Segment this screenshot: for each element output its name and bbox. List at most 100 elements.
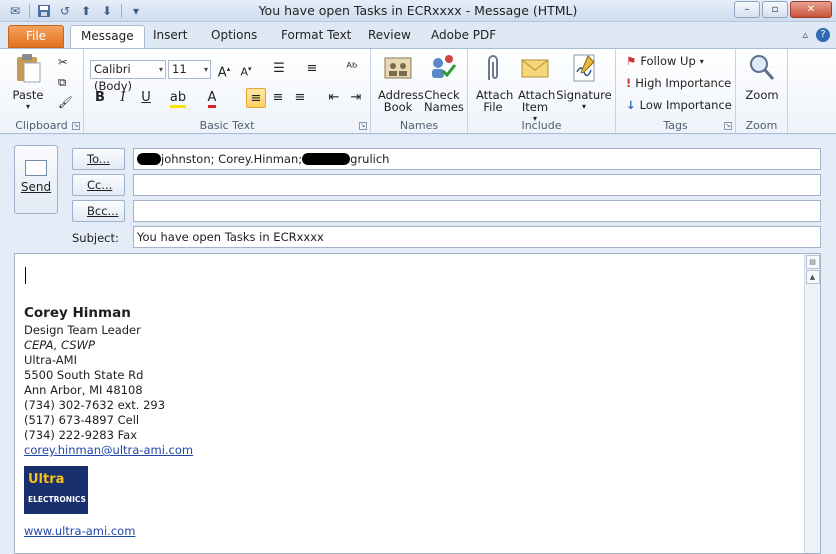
follow-up-button[interactable]: ⚑ Follow Up ▾	[626, 54, 704, 68]
to-button[interactable]: To...	[72, 148, 125, 170]
tab-message[interactable]: Message	[70, 25, 145, 48]
increase-indent-icon[interactable]: ⇥	[346, 88, 366, 108]
paste-button[interactable]: Paste ▾	[8, 52, 48, 113]
cc-field[interactable]	[133, 174, 821, 196]
tab-adobe-pdf[interactable]: Adobe PDF	[421, 25, 506, 48]
bullets-icon[interactable]: ☰	[269, 59, 289, 79]
numbering-icon[interactable]: ≡	[302, 59, 322, 79]
ribbon: Paste ▾ ✂ ⧉ 🖌 Clipboard ↘ Calibri (Body)…	[0, 48, 836, 134]
font-size-combo[interactable]: 11 ▾	[168, 60, 211, 79]
redaction-mark	[137, 153, 161, 165]
window-controls: – ▫ ✕	[734, 1, 832, 18]
check-names-icon	[432, 55, 457, 78]
close-button[interactable]: ✕	[790, 1, 832, 18]
to-field[interactable]: johnston; Corey.Hinman; grulich	[133, 148, 821, 170]
signature-certifications: CEPA, CSWP	[24, 338, 95, 352]
basic-text-group: Calibri (Body) ▾ 11 ▾ A▴ A▾ ☰ ≡ ᴬᵇ B I U a…	[84, 49, 371, 133]
shrink-font-icon[interactable]: A▾	[236, 59, 256, 79]
send-envelope-icon	[25, 160, 47, 176]
basic-text-group-label: Basic Text	[199, 119, 255, 132]
address-book-icon	[384, 57, 412, 79]
include-group: Attach File Attach Item ▾ Signature ▾ In…	[468, 49, 616, 133]
address-book-button[interactable]: Address Book	[375, 52, 424, 113]
signature-city: Ann Arbor, MI 48108	[24, 383, 143, 397]
bcc-field[interactable]	[133, 200, 821, 222]
names-group-label: Names	[399, 119, 439, 132]
window-title: You have open Tasks in ECRxxxx - Message…	[258, 3, 578, 18]
clipboard-group: Paste ▾ ✂ ⧉ 🖌 Clipboard ↘	[0, 49, 84, 133]
signature-company: Ultra-AMI	[24, 353, 77, 367]
italic-button[interactable]: I	[113, 88, 133, 108]
cut-icon[interactable]: ✂	[58, 55, 68, 69]
email-signature: Corey Hinman Design Team Leader CEPA, CS…	[24, 304, 193, 539]
down-arrow-icon: ↓	[626, 98, 636, 112]
clipboard-group-label: Clipboard	[15, 119, 68, 132]
clipboard-launcher-icon[interactable]: ↘	[72, 122, 80, 130]
ruler-toggle-icon[interactable]: ▤	[805, 255, 820, 269]
copy-icon[interactable]: ⧉	[58, 75, 66, 90]
maximize-button[interactable]: ▫	[762, 1, 788, 18]
tab-file[interactable]: File	[8, 25, 64, 48]
high-importance-button[interactable]: ! High Importance	[626, 76, 731, 90]
signature-cell: (517) 673-4897 Cell	[24, 413, 140, 427]
body-scrollbar[interactable]: ▤ ▲	[804, 254, 820, 553]
signature-icon	[573, 54, 595, 82]
low-importance-button[interactable]: ↓ Low Importance	[626, 98, 732, 112]
attach-item-button[interactable]: Attach Item ▾	[514, 52, 556, 125]
clear-formatting-icon[interactable]: ᴬᵇ	[342, 59, 362, 79]
grow-font-icon[interactable]: A▴	[214, 59, 234, 80]
zoom-group-label: Zoom	[745, 119, 778, 132]
check-names-button[interactable]: Check Names	[421, 52, 464, 113]
minimize-button[interactable]: –	[734, 1, 760, 18]
tab-insert[interactable]: Insert	[143, 25, 197, 48]
signature-button[interactable]: Signature ▾	[556, 52, 612, 113]
font-color-icon[interactable]: A	[202, 88, 222, 108]
align-center-icon[interactable]: ≡	[268, 88, 288, 108]
align-right-icon[interactable]: ≡	[290, 88, 310, 108]
message-body[interactable]: Corey Hinman Design Team Leader CEPA, CS…	[14, 253, 821, 554]
signature-street: 5500 South State Rd	[24, 368, 144, 382]
tab-options[interactable]: Options	[201, 25, 267, 48]
signature-name: Corey Hinman	[24, 305, 131, 321]
tab-format-text[interactable]: Format Text	[271, 25, 361, 48]
signature-email-link[interactable]: corey.hinman@ultra-ami.com	[24, 443, 193, 457]
signature-title: Design Team Leader	[24, 323, 141, 337]
tab-review[interactable]: Review	[358, 25, 421, 48]
signature-fax: (734) 222-9283 Fax	[24, 428, 138, 442]
redaction-mark	[302, 153, 351, 165]
subject-label: Subject:	[72, 231, 119, 245]
cc-button[interactable]: Cc...	[72, 174, 125, 196]
tags-launcher-icon[interactable]: ↘	[724, 122, 732, 130]
magnifier-icon	[750, 55, 775, 80]
bold-button[interactable]: B	[90, 88, 110, 108]
decrease-indent-icon[interactable]: ⇤	[324, 88, 344, 108]
subject-field[interactable]: You have open Tasks in ECRxxxx	[133, 226, 821, 248]
signature-website-link[interactable]: www.ultra-ami.com	[24, 524, 135, 538]
highlight-icon[interactable]: ab	[168, 88, 188, 108]
ultra-electronics-logo: Ultra ELECTRONICS	[24, 466, 88, 514]
underline-button[interactable]: U	[136, 88, 156, 108]
paperclip-icon	[488, 55, 498, 80]
align-left-icon[interactable]: ≡	[246, 88, 266, 108]
compose-area: Send To... johnston; Corey.Hinman; grulic…	[0, 135, 836, 554]
text-caret	[25, 267, 26, 284]
ribbon-tabs: File Message Insert Options Format Text …	[0, 22, 836, 48]
scroll-up-icon[interactable]: ▲	[805, 270, 820, 284]
names-group: Address Book Check Names Names	[371, 49, 468, 133]
send-button[interactable]: Send	[14, 145, 58, 214]
paste-icon	[17, 54, 41, 83]
basic-text-launcher-icon[interactable]: ↘	[359, 122, 367, 130]
signature-phone: (734) 302-7632 ext. 293	[24, 398, 166, 412]
bcc-button[interactable]: Bcc...	[72, 200, 125, 222]
help-icon[interactable]: ?	[816, 28, 830, 42]
title-bar: ✉ ↺ ⬆ ⬇ ▾ You have open Tasks in ECRxxxx…	[0, 0, 836, 22]
envelope-icon	[521, 59, 549, 78]
zoom-group: Zoom Zoom	[736, 49, 788, 133]
flag-icon: ⚑	[626, 54, 637, 68]
format-painter-icon[interactable]: 🖌	[58, 95, 73, 109]
ribbon-minimize-icon[interactable]: ▵	[802, 28, 808, 42]
attach-file-button[interactable]: Attach File	[472, 52, 514, 113]
zoom-button[interactable]: Zoom	[742, 52, 782, 101]
font-name-combo[interactable]: Calibri (Body) ▾	[90, 60, 166, 93]
include-group-label: Include	[521, 119, 562, 132]
